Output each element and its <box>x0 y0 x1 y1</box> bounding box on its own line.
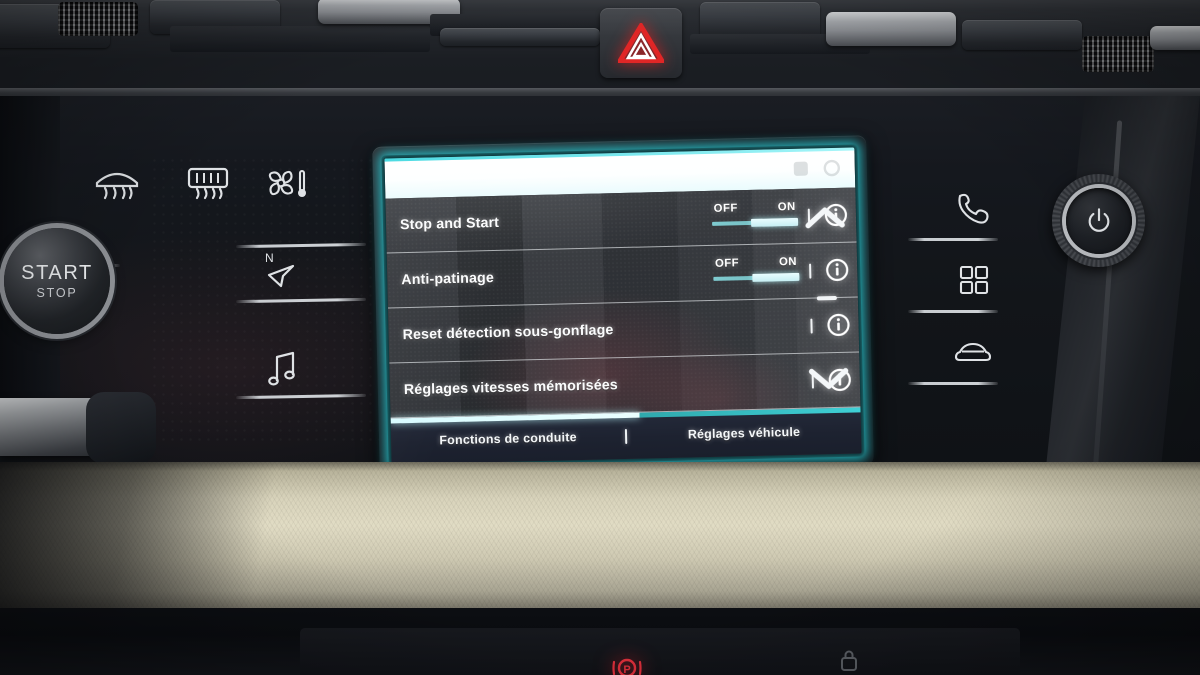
button-divider <box>908 310 998 313</box>
console-left-bracket <box>86 392 156 464</box>
svg-text:N: N <box>265 251 274 265</box>
hazard-warning-button[interactable] <box>600 8 682 78</box>
vehicle-car-icon <box>954 342 992 362</box>
row-label: Réglages vitesses mémorisées <box>403 377 619 399</box>
engine-start-stop-button[interactable]: START STOP <box>4 228 110 334</box>
tab-reglages-vehicule[interactable]: Réglages véhicule <box>627 423 861 443</box>
toggle-knob <box>751 272 800 282</box>
anti-patinage-toggle[interactable]: OFF ON <box>713 256 800 288</box>
phone-icon <box>958 193 989 224</box>
clock-icon <box>823 159 841 177</box>
windscreen-defrost-icon <box>95 172 139 200</box>
climate-fan-button[interactable] <box>262 164 312 202</box>
tab-fonctions-de-conduite[interactable]: Fonctions de conduite <box>391 429 625 449</box>
table-row[interactable]: Réglages vitesses mémorisées <box>389 352 861 419</box>
trim-shadow <box>0 462 360 612</box>
vehicle-settings-button[interactable] <box>950 332 996 368</box>
settings-list: Stop and Start OFF ON Anti-patinage OFF … <box>385 187 861 419</box>
navigation-button[interactable]: N <box>258 248 304 290</box>
chrome-trim <box>1150 26 1200 50</box>
phone-button[interactable] <box>952 190 996 226</box>
door-lock-indicator[interactable] <box>838 648 860 672</box>
infotainment-screen[interactable]: Stop and Start OFF ON Anti-patinage OFF … <box>372 135 874 477</box>
row-label: Anti-patinage <box>401 270 495 289</box>
vent-slat <box>440 28 600 46</box>
lower-console-panel <box>300 628 1020 675</box>
parking-brake-icon: P <box>612 658 642 675</box>
navigation-icon: N <box>265 251 295 288</box>
rear-defrost-button[interactable] <box>182 162 234 202</box>
svg-text:P: P <box>623 664 630 675</box>
toggle-knob <box>750 217 799 227</box>
volume-power-knob[interactable] <box>1052 174 1145 267</box>
media-music-icon <box>268 351 295 386</box>
screen-display: Stop and Start OFF ON Anti-patinage OFF … <box>384 147 862 465</box>
scroll-rail[interactable] <box>793 187 861 409</box>
apps-grid-icon <box>959 265 989 295</box>
toggle-off-label: OFF <box>713 202 738 215</box>
media-button[interactable] <box>262 348 304 390</box>
apps-button[interactable] <box>955 262 993 298</box>
climate-fan-icon <box>268 169 306 197</box>
row-label: Reset détection sous-gonflage <box>402 322 614 344</box>
scroll-down-button[interactable] <box>806 364 851 395</box>
button-divider <box>908 382 998 385</box>
dashboard-scene: N START STOP Stop and Start OFF ON Anti-… <box>0 0 1200 675</box>
toggle-off-label: OFF <box>714 257 740 270</box>
chevron-down-icon <box>808 368 849 389</box>
power-icon <box>1088 207 1109 232</box>
scroll-up-button[interactable] <box>803 202 848 233</box>
knob-face <box>1065 187 1132 254</box>
chrome-trim <box>826 12 956 46</box>
row-label: Stop and Start <box>399 214 500 234</box>
hazard-triangle-icon <box>618 23 664 63</box>
button-divider <box>908 238 998 241</box>
vent-grid-left <box>58 2 138 36</box>
rear-defrost-icon <box>187 167 229 200</box>
windscreen-defrost-button[interactable] <box>90 160 144 202</box>
stop-label: STOP <box>36 285 78 300</box>
stop-start-toggle[interactable]: OFF ON <box>712 201 799 233</box>
parking-brake-indicator: P <box>612 655 642 675</box>
start-label: START <box>21 261 93 284</box>
vent-slat <box>962 20 1082 50</box>
vent-shadow <box>170 26 430 52</box>
scroll-thumb-dash[interactable] <box>816 295 837 301</box>
chevron-up-icon <box>805 207 845 229</box>
air-vent-band <box>0 0 1200 96</box>
vent-grid-right <box>1082 36 1154 72</box>
lock-icon <box>841 650 857 671</box>
app-icon[interactable] <box>792 160 810 178</box>
